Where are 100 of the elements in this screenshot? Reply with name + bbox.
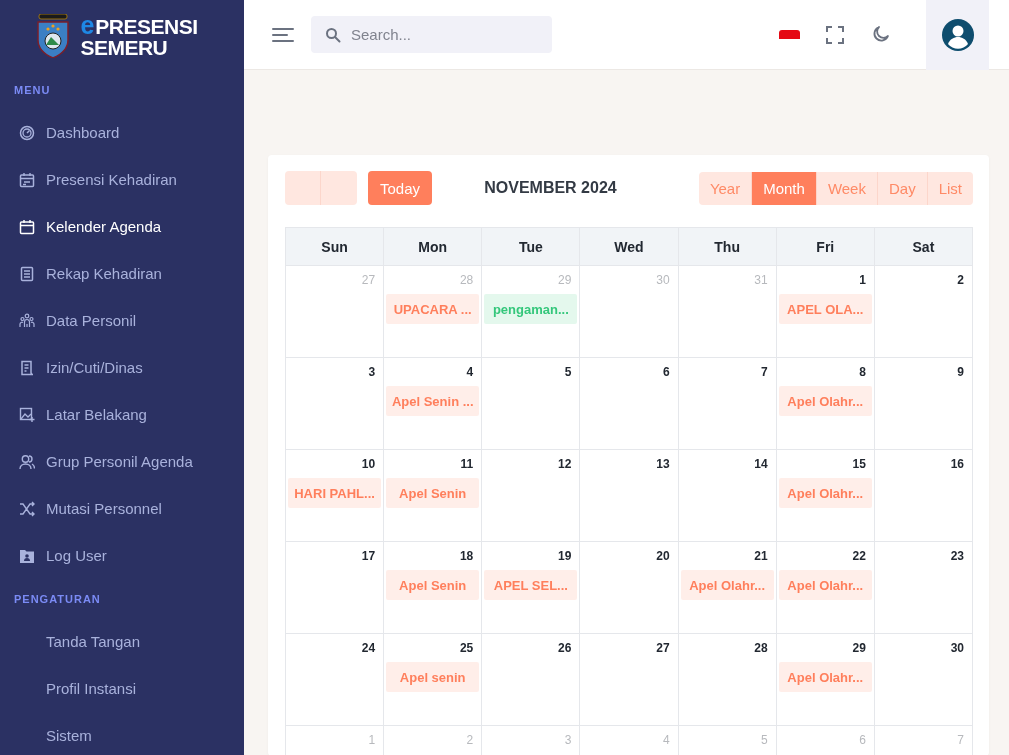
day-number: 27 — [655, 640, 671, 657]
event-chip[interactable]: UPACARA ... — [386, 294, 480, 324]
day-number: 2 — [465, 732, 475, 749]
event-chip[interactable]: Apel Olahr... — [778, 386, 872, 416]
day-number: 3 — [563, 732, 573, 749]
sidebar-item[interactable]: Izin/Cuti/Dinas — [0, 344, 244, 391]
sidebar-item[interactable]: Latar Belakang — [0, 391, 244, 438]
weekday-header: Tue — [482, 228, 581, 266]
day-number: 20 — [655, 548, 671, 565]
day-number: 10 — [360, 456, 377, 473]
day-number: 28 — [753, 640, 769, 657]
day-number: 25 — [458, 640, 475, 657]
day-number: 28 — [458, 272, 475, 289]
sidebar-item[interactable]: Dashboard — [0, 109, 244, 156]
day-number: 6 — [661, 364, 671, 381]
day-number: 5 — [563, 364, 573, 381]
day-number: 29 — [851, 640, 867, 657]
day-number: 1 — [858, 272, 867, 289]
search-icon — [325, 27, 341, 43]
dashboard-icon — [19, 124, 35, 141]
event-chip[interactable]: APEL SEL... — [484, 570, 578, 600]
sidebar-item[interactable]: Log User — [0, 532, 244, 579]
day-number: 22 — [851, 548, 867, 565]
sidebar-item[interactable]: Mutasi Personnel — [0, 485, 244, 532]
event-chip[interactable]: APEL OLA... — [778, 294, 872, 324]
calendar-icon — [19, 218, 35, 235]
day-number: 9 — [956, 364, 965, 381]
view-tab[interactable]: Month — [752, 171, 817, 205]
day-number: 29 — [557, 272, 573, 289]
avatar-icon — [941, 18, 974, 51]
sidebar-item[interactable]: Presensi Kehadiran — [0, 156, 244, 203]
day-number: 4 — [661, 732, 671, 749]
day-number: 13 — [655, 456, 671, 473]
document-icon — [19, 265, 35, 282]
section-title: PENGATURAN — [13, 592, 102, 607]
sidebar-item[interactable]: Sistem — [0, 712, 244, 755]
day-number: 6 — [858, 732, 867, 749]
day-number: 31 — [753, 272, 769, 289]
fullscreen-icon[interactable] — [826, 25, 844, 44]
shuffle-icon — [19, 500, 35, 517]
section-title: MENU — [13, 83, 52, 98]
weekday-header: Thu — [678, 228, 777, 266]
weekday-header: Wed — [580, 228, 679, 266]
view-tab[interactable]: List — [927, 171, 973, 205]
day-number: 18 — [458, 548, 475, 565]
sidebar-item[interactable]: Data Personil — [0, 297, 244, 344]
event-chip[interactable]: Apel Olahr... — [778, 478, 872, 508]
shield-logo-icon — [36, 14, 71, 58]
search-field[interactable]: Search... — [311, 16, 552, 53]
day-number: 27 — [360, 272, 377, 289]
event-chip[interactable]: pengaman... — [484, 294, 578, 324]
day-number: 5 — [760, 732, 769, 749]
event-chip[interactable]: Apel Senin — [386, 570, 480, 600]
view-tab[interactable]: Week — [816, 171, 878, 205]
sidebar-item[interactable]: Profil Instansi — [0, 665, 244, 712]
day-number: 7 — [760, 364, 769, 381]
day-number: 30 — [655, 272, 671, 289]
image-add-icon — [19, 406, 35, 423]
day-number: 23 — [949, 548, 965, 565]
day-number: 17 — [360, 548, 377, 565]
day-number: 4 — [465, 364, 475, 381]
logo-title: PRESENSI — [95, 15, 198, 37]
event-chip[interactable]: Apel Senin — [386, 478, 480, 508]
day-number: 16 — [949, 456, 965, 473]
weekday-header: Mon — [384, 228, 483, 266]
day-number: 30 — [949, 640, 965, 657]
weekday-header: Fri — [776, 228, 875, 266]
weekday-header: Sat — [874, 228, 973, 266]
view-tab[interactable]: Year — [698, 171, 753, 205]
sidebar-item[interactable]: Grup Personil Agenda — [0, 438, 244, 485]
calendar-title: NOVEMBER 2024 — [483, 179, 618, 197]
view-tab[interactable]: Day — [877, 171, 928, 205]
day-number: 24 — [360, 640, 377, 657]
event-chip[interactable]: Apel Olahr... — [778, 662, 872, 692]
day-number: 26 — [557, 640, 573, 657]
event-chip[interactable]: Apel Olahr... — [778, 570, 872, 600]
sidebar-item[interactable]: Tanda Tangan — [0, 618, 244, 665]
menu-icon[interactable] — [272, 26, 294, 43]
day-number: 8 — [858, 364, 867, 381]
event-chip[interactable]: Apel Olahr... — [680, 570, 774, 600]
day-number: 3 — [367, 364, 377, 381]
folder-user-icon — [19, 547, 35, 564]
event-chip[interactable]: Apel senin — [386, 662, 480, 692]
users-icon — [19, 453, 35, 470]
day-number: 15 — [851, 456, 867, 473]
logo-mark: e — [80, 14, 95, 36]
people-icon — [19, 312, 35, 329]
day-number: 21 — [753, 548, 769, 565]
day-number: 11 — [459, 456, 475, 473]
sidebar-item[interactable]: Rekap Kehadiran — [0, 250, 244, 297]
calendar-list-icon — [19, 171, 35, 188]
event-chip[interactable]: HARI PAHL... — [288, 478, 382, 508]
day-number: 7 — [956, 732, 965, 749]
event-chip[interactable]: Apel Senin ... — [386, 386, 480, 416]
user-menu[interactable] — [926, 0, 989, 70]
day-number: 1 — [367, 732, 377, 749]
today-button[interactable]: Today — [368, 171, 433, 205]
document-icon — [19, 359, 35, 376]
sidebar-item[interactable]: Kelender Agenda — [0, 203, 244, 250]
day-number: 19 — [557, 548, 573, 565]
